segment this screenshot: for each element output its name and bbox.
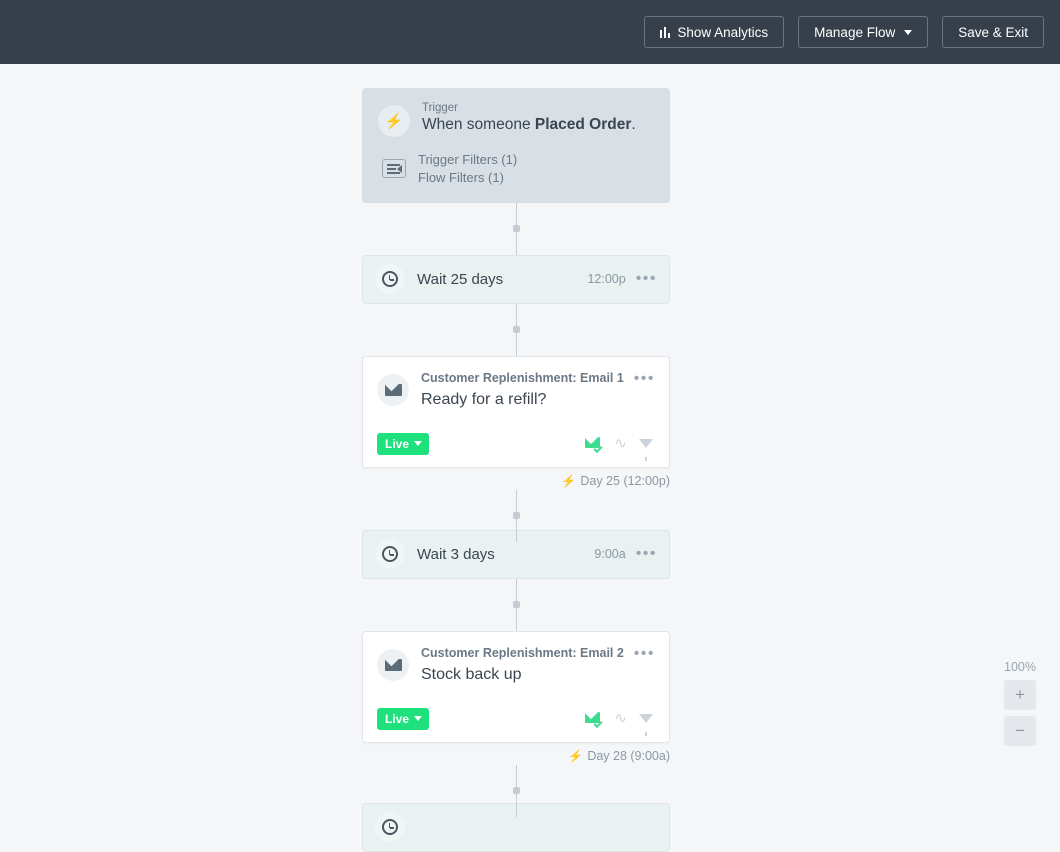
show-analytics-button[interactable]: Show Analytics — [643, 16, 785, 48]
step-menu-icon[interactable]: ••• — [636, 271, 657, 287]
trigger-label: Trigger — [422, 102, 458, 114]
chevron-down-icon — [414, 716, 423, 722]
trigger-filters-link[interactable]: Trigger Filters (1) — [418, 151, 517, 169]
chevron-down-icon — [904, 29, 913, 35]
email-text-block: Customer Replenishment: Email 2 ••• Stoc… — [421, 645, 655, 684]
envelope-icon — [377, 373, 409, 406]
clock-icon — [375, 264, 405, 295]
trigger-text-suffix: . — [631, 116, 636, 133]
funnel-filter-icon — [639, 439, 653, 462]
lightning-bolt-icon: ⚡ — [561, 473, 577, 488]
email-name: Customer Replenishment: Email 2 — [421, 645, 624, 660]
trigger-card[interactable]: ⚡ Trigger When someone Placed Order. Tri… — [362, 88, 670, 203]
email-header-row: Customer Replenishment: Email 2 ••• Stoc… — [377, 645, 655, 684]
lightning-bolt-icon: ⚡ — [568, 748, 584, 763]
email-subject: Stock back up — [421, 665, 522, 683]
connector-node[interactable] — [513, 786, 520, 794]
lightning-bolt-icon: ⚡ — [378, 105, 410, 137]
email-footer-row: Live ∿ — [377, 432, 655, 462]
flow-canvas[interactable]: ⚡ Trigger When someone Placed Order. Tri… — [0, 64, 1060, 852]
manage-flow-button[interactable]: Manage Flow — [798, 16, 929, 48]
status-badge[interactable]: Live — [377, 707, 430, 730]
email-sent-check-icon — [585, 712, 604, 729]
step-menu-icon[interactable]: ••• — [636, 546, 657, 562]
filter-links: Trigger Filters (1) Flow Filters (1) — [418, 151, 517, 187]
show-analytics-label: Show Analytics — [677, 24, 769, 40]
save-and-exit-button[interactable]: Save & Exit — [942, 16, 1044, 48]
zoom-controls: 100% + − — [1004, 660, 1036, 752]
email-name: Customer Replenishment: Email 1 — [421, 370, 624, 385]
funnel-filter-icon — [639, 714, 653, 737]
filter-lines-icon — [382, 159, 406, 179]
email-text-block: Customer Replenishment: Email 1 ••• Read… — [421, 370, 655, 409]
connector — [362, 303, 670, 356]
day-annotation-label: Day 28 (9:00a) — [587, 748, 670, 763]
smart-sending-icon: ∿ — [614, 710, 627, 728]
wait-title: Wait 3 days — [417, 545, 495, 563]
bar-chart-icon — [659, 26, 671, 38]
zoom-level-label: 100% — [1004, 660, 1036, 674]
connector — [362, 489, 670, 542]
manage-flow-label: Manage Flow — [814, 24, 896, 40]
flow-chain: ⚡ Trigger When someone Placed Order. Tri… — [362, 88, 670, 852]
save-and-exit-label: Save & Exit — [958, 24, 1028, 40]
email-footer-row: Live ∿ — [377, 707, 655, 737]
email-sent-check-icon — [585, 437, 604, 454]
app-header: Show Analytics Manage Flow Save & Exit — [0, 0, 1060, 64]
trigger-text-prefix: When someone — [422, 116, 535, 133]
trigger-header-row: ⚡ Trigger When someone Placed Order. — [378, 102, 654, 137]
chevron-down-icon — [414, 441, 423, 447]
trigger-event-name: Placed Order — [534, 116, 632, 133]
wait-step-card[interactable]: Wait 25 days 12:00p ••• — [362, 254, 670, 304]
trigger-text-block: Trigger When someone Placed Order. — [422, 102, 636, 134]
connector-node[interactable] — [513, 224, 520, 232]
zoom-in-button[interactable]: + — [1004, 680, 1036, 710]
email-status-icons: ∿ — [585, 435, 655, 462]
day-annotation: ⚡ Day 25 (12:00p) — [362, 468, 670, 490]
connector-node[interactable] — [513, 511, 520, 519]
clock-icon — [375, 812, 405, 843]
wait-title: Wait 25 days — [417, 270, 504, 288]
status-badge-label: Live — [385, 436, 410, 451]
email-step-card[interactable]: Customer Replenishment: Email 2 ••• Stoc… — [362, 630, 670, 743]
email-step-card[interactable]: Customer Replenishment: Email 1 ••• Read… — [362, 355, 670, 468]
step-menu-icon[interactable]: ••• — [634, 645, 655, 662]
zoom-out-button[interactable]: − — [1004, 716, 1036, 746]
email-status-icons: ∿ — [585, 710, 655, 737]
step-menu-icon[interactable]: ••• — [634, 370, 655, 387]
status-badge-label: Live — [385, 711, 410, 726]
email-header-row: Customer Replenishment: Email 1 ••• Read… — [377, 370, 655, 409]
wait-time: 12:00p — [587, 272, 626, 287]
email-subject: Ready for a refill? — [421, 390, 547, 408]
clock-icon — [375, 539, 405, 570]
connector-node[interactable] — [513, 600, 520, 608]
email-name-row: Customer Replenishment: Email 2 ••• — [421, 645, 655, 662]
smart-sending-icon: ∿ — [614, 435, 627, 453]
email-name-row: Customer Replenishment: Email 1 ••• — [421, 370, 655, 387]
connector-node[interactable] — [513, 325, 520, 333]
status-badge[interactable]: Live — [377, 432, 430, 455]
connector — [362, 764, 670, 817]
envelope-icon — [377, 648, 409, 681]
connector — [362, 202, 670, 255]
trigger-description: When someone Placed Order. — [422, 116, 636, 134]
wait-time: 9:00a — [594, 547, 626, 562]
trigger-filters-row[interactable]: Trigger Filters (1) Flow Filters (1) — [378, 151, 654, 187]
day-annotation: ⚡ Day 28 (9:00a) — [362, 743, 670, 765]
connector — [362, 578, 670, 631]
day-annotation-label: Day 25 (12:00p) — [580, 473, 670, 488]
flow-filters-link[interactable]: Flow Filters (1) — [418, 169, 517, 187]
